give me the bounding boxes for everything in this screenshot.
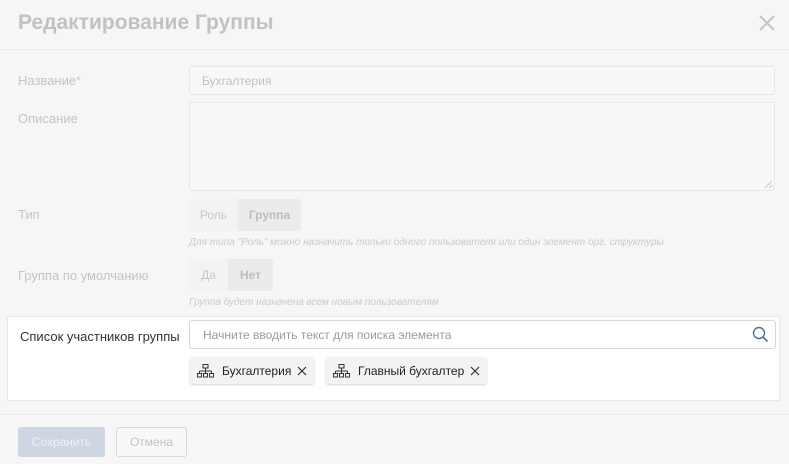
default-group-option-yes[interactable]: Да bbox=[189, 259, 228, 291]
dialog-title: Редактирование Группы bbox=[18, 11, 274, 34]
type-option-role[interactable]: Роль bbox=[189, 199, 238, 231]
name-label: Название* bbox=[18, 73, 82, 88]
description-label: Описание bbox=[18, 111, 78, 126]
org-structure-icon bbox=[197, 363, 214, 377]
search-icon[interactable] bbox=[752, 326, 769, 343]
members-search-input[interactable] bbox=[190, 321, 750, 348]
members-section: Список участников группы Бухгалтерия bbox=[7, 316, 780, 401]
close-icon[interactable] bbox=[757, 13, 777, 33]
edit-group-dialog: Редактирование Группы Название* Бухгалте… bbox=[0, 0, 789, 464]
dialog-header: Редактирование Группы bbox=[0, 0, 789, 50]
default-group-option-no[interactable]: Нет bbox=[228, 259, 273, 291]
default-group-toggle: Да Нет bbox=[189, 259, 273, 291]
type-option-group[interactable]: Группа bbox=[238, 199, 301, 231]
member-chip[interactable]: Главный бухгалтер bbox=[326, 357, 488, 384]
cancel-button[interactable]: Отмена bbox=[116, 427, 187, 457]
type-toggle: Роль Группа bbox=[189, 199, 301, 231]
type-label: Тип bbox=[18, 207, 40, 222]
type-hint: Для типа "Роль" можно назначить только о… bbox=[189, 237, 664, 248]
member-chip-label: Главный бухгалтер bbox=[358, 363, 465, 378]
remove-chip-icon[interactable] bbox=[297, 366, 307, 376]
resize-grip-icon[interactable] bbox=[764, 180, 773, 189]
members-label: Список участников группы bbox=[20, 329, 180, 344]
org-structure-icon bbox=[333, 363, 350, 377]
description-textarea[interactable] bbox=[189, 102, 775, 191]
save-button[interactable]: Сохранить bbox=[18, 427, 105, 457]
dialog-footer: Сохранить Отмена bbox=[0, 414, 789, 464]
name-input[interactable]: Бухгалтерия bbox=[189, 66, 775, 95]
remove-chip-icon[interactable] bbox=[470, 366, 480, 376]
member-chip[interactable]: Бухгалтерия bbox=[190, 357, 315, 384]
default-group-label: Группа по умолчанию bbox=[18, 268, 149, 283]
member-chip-label: Бухгалтерия bbox=[222, 363, 292, 378]
members-search bbox=[189, 320, 776, 349]
required-mark: * bbox=[76, 73, 82, 88]
default-group-hint: Группа будет назначена всем новым пользо… bbox=[189, 297, 439, 308]
